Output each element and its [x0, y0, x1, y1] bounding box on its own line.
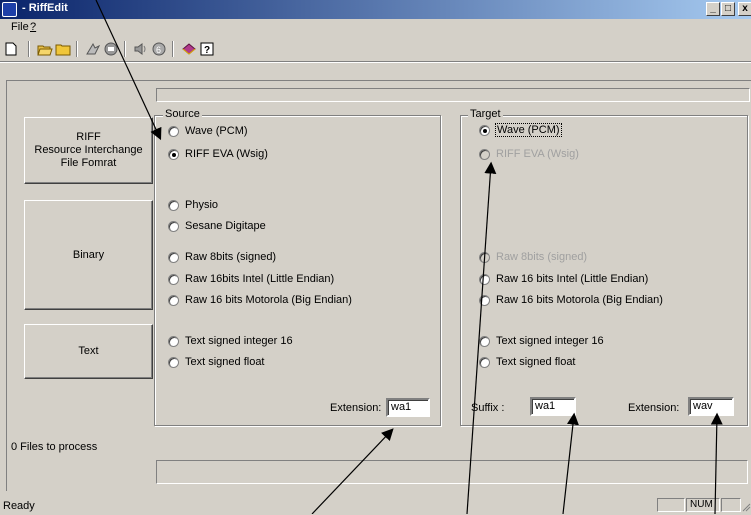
svg-text:?: ?: [204, 45, 210, 56]
target-extension-label: Extension:: [628, 402, 680, 414]
radio-dot[interactable]: [168, 251, 179, 263]
target-radio-text-float[interactable]: Text signed float: [479, 356, 576, 368]
riff-button[interactable]: RIFF Resource Interchange File Fomrat: [24, 117, 153, 184]
target-radio-raw16-intel[interactable]: Raw 16 bits Intel (Little Endian): [479, 273, 648, 285]
radio-dot[interactable]: [479, 251, 490, 263]
radio-label: Wave (PCM): [185, 125, 248, 137]
bottom-progress-bar: [156, 460, 748, 484]
convert-icon[interactable]: [84, 40, 102, 58]
toolbar-separator: [172, 41, 174, 57]
title-bar[interactable]: [0, 0, 751, 19]
open-icon[interactable]: [36, 40, 54, 58]
radio-label: Raw 8bits (signed): [496, 251, 588, 263]
maximize-button[interactable]: □: [721, 2, 735, 16]
status-pane-num: NUM: [686, 498, 720, 512]
radio-dot[interactable]: [168, 335, 179, 347]
source-radio-wave[interactable]: Wave (PCM): [168, 125, 248, 137]
radio-label: Text signed integer 16: [496, 335, 604, 347]
menu-file[interactable]: File: [11, 21, 29, 33]
source-radio-raw16-motorola[interactable]: Raw 16 bits Motorola (Big Endian): [168, 294, 352, 306]
stop-icon[interactable]: [102, 40, 120, 58]
files-to-process-label: 0 Files to process: [11, 441, 98, 453]
radio-label: Text signed float: [496, 356, 576, 368]
radio-label: RIFF EVA (Wsig): [185, 148, 268, 160]
target-radio-wave[interactable]: Wave (PCM): [479, 123, 562, 137]
source-radio-physio[interactable]: Physio: [168, 199, 218, 211]
source-extension-label: Extension:: [330, 402, 382, 414]
toolbar-separator: [124, 41, 126, 57]
radio-dot[interactable]: [479, 273, 490, 285]
top-progress-bar: [156, 88, 750, 102]
book-icon[interactable]: [180, 40, 198, 58]
status-bar: [0, 496, 751, 514]
status-pane-scroll: [721, 498, 741, 512]
source-radio-text-float[interactable]: Text signed float: [168, 356, 265, 368]
menu-help[interactable]: ?: [30, 21, 36, 33]
target-extension-field[interactable]: wav: [688, 397, 734, 416]
radio-label: Raw 16 bits Intel (Little Endian): [496, 273, 649, 285]
status-pane-caps: [657, 498, 685, 512]
source-group: [154, 115, 441, 426]
radio-dot[interactable]: [168, 148, 179, 160]
target-radio-raw16-motorola[interactable]: Raw 16 bits Motorola (Big Endian): [479, 294, 663, 306]
speaker-icon[interactable]: [132, 40, 150, 58]
new-icon[interactable]: [2, 40, 20, 58]
folder-icon[interactable]: [54, 40, 72, 58]
binary-button[interactable]: Binary: [24, 200, 153, 310]
target-radio-text-int16[interactable]: Text signed integer 16: [479, 335, 604, 347]
radio-label: Physio: [185, 199, 219, 211]
toolbar-separator: [28, 41, 30, 57]
target-suffix-label: Suffix :: [471, 402, 505, 414]
target-radio-raw8[interactable]: Raw 8bits (signed): [479, 251, 587, 263]
target-radio-riff-eva[interactable]: RIFF EVA (Wsig): [479, 148, 579, 160]
source-radio-raw8[interactable]: Raw 8bits (signed): [168, 251, 276, 263]
radio-label: Text signed integer 16: [185, 335, 293, 347]
radio-dot[interactable]: [479, 356, 490, 368]
radio-dot[interactable]: [479, 124, 490, 136]
radio-dot[interactable]: [168, 294, 179, 306]
radio-dot[interactable]: [479, 294, 490, 306]
text-button[interactable]: Text: [24, 324, 153, 379]
radio-dot[interactable]: [479, 148, 490, 160]
toolbar-separator: [76, 41, 78, 57]
source-radio-riff-eva[interactable]: RIFF EVA (Wsig): [168, 148, 268, 160]
radio-label: Sesane Digitape: [185, 220, 266, 232]
minimize-button[interactable]: _: [706, 2, 720, 16]
help-icon[interactable]: ?: [198, 40, 216, 58]
menu-bar: [0, 19, 751, 37]
radio-dot[interactable]: [168, 273, 179, 285]
status-text: Ready: [3, 500, 35, 512]
close-button[interactable]: x: [738, 2, 751, 16]
target-suffix-field[interactable]: wa1: [530, 397, 576, 416]
radio-dot[interactable]: [168, 220, 179, 232]
target-group-label: Target: [468, 108, 503, 120]
window-title: - RiffEdit: [22, 2, 68, 14]
radio-label: Raw 16 bits Motorola (Big Endian): [185, 294, 352, 306]
source-radio-sesane[interactable]: Sesane Digitape: [168, 220, 266, 232]
record-icon[interactable]: 6: [150, 40, 168, 58]
radio-label: Raw 16 bits Motorola (Big Endian): [496, 294, 663, 306]
radio-label: Raw 16bits Intel (Little Endian): [185, 273, 335, 285]
radio-label: RIFF EVA (Wsig): [496, 148, 579, 160]
svg-text:6: 6: [156, 45, 161, 55]
source-group-label: Source: [163, 108, 202, 120]
app-icon[interactable]: [2, 2, 17, 17]
radio-label: Text signed float: [185, 356, 265, 368]
target-group: [460, 115, 748, 426]
radio-dot[interactable]: [168, 125, 179, 137]
radio-dot[interactable]: [479, 335, 490, 347]
source-radio-text-int16[interactable]: Text signed integer 16: [168, 335, 293, 347]
radio-label: Wave (PCM): [495, 123, 562, 137]
source-extension-field[interactable]: wa1: [386, 398, 430, 417]
radio-dot[interactable]: [168, 199, 179, 211]
size-grip[interactable]: [741, 498, 751, 512]
radio-dot[interactable]: [168, 356, 179, 368]
radio-label: Raw 8bits (signed): [185, 251, 277, 263]
source-radio-raw16-intel[interactable]: Raw 16bits Intel (Little Endian): [168, 273, 334, 285]
